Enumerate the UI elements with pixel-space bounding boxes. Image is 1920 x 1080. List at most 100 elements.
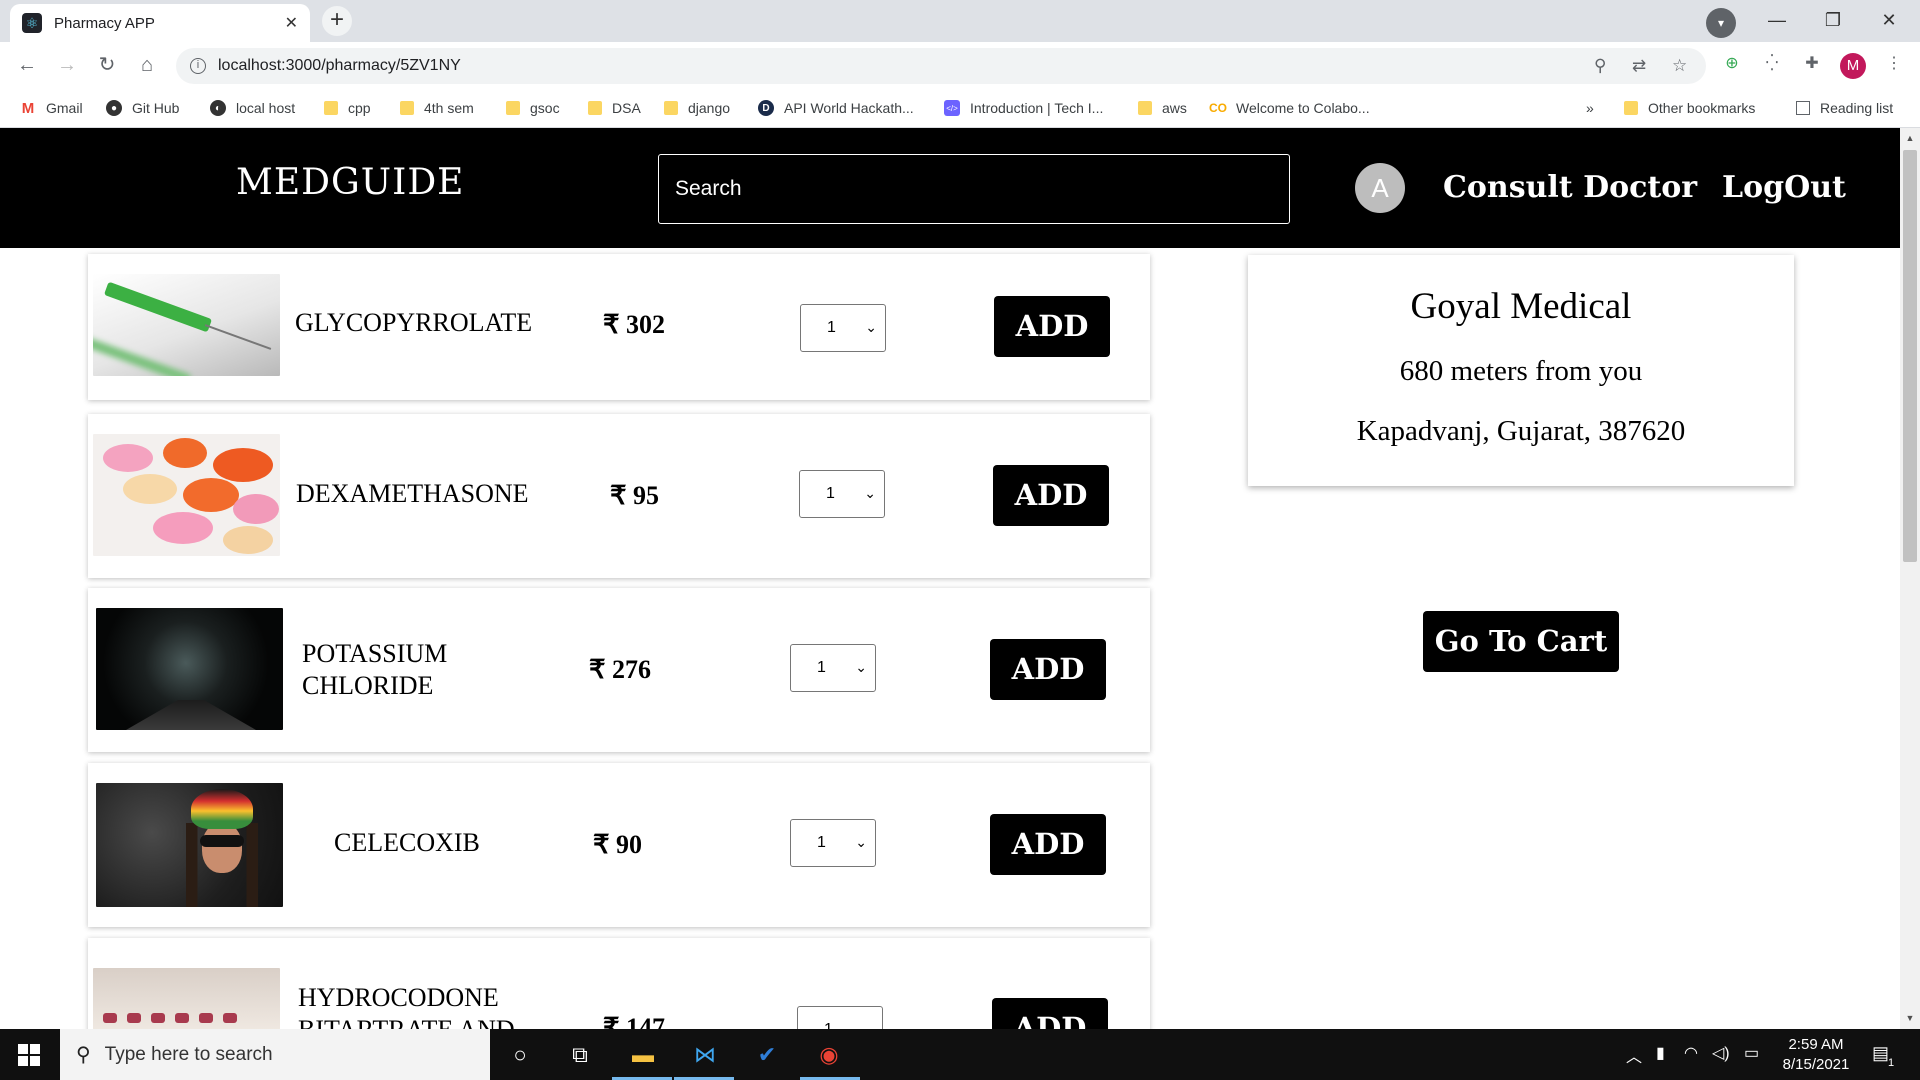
user-avatar[interactable]: A [1355, 163, 1405, 213]
quantity-select[interactable]: 1⌄ [797, 1006, 883, 1029]
url-text: localhost:3000/pharmacy/5ZV1NY [218, 57, 461, 74]
minimize-icon[interactable]: — [1752, 4, 1802, 36]
product-image-woman [96, 783, 283, 907]
battery-icon[interactable]: ▭ [1744, 1043, 1759, 1063]
cortana-icon[interactable]: ○ [503, 1038, 537, 1072]
reload-icon[interactable]: ↻ [92, 50, 122, 80]
product-price: ₹ 95 [610, 481, 660, 510]
add-to-cart-button[interactable]: ADD [990, 639, 1106, 700]
folder-icon [588, 101, 602, 115]
search-input[interactable] [658, 154, 1290, 224]
volume-icon[interactable]: ◁) [1712, 1043, 1730, 1063]
reading-list-icon [1796, 101, 1810, 115]
file-explorer-icon[interactable]: ▬ [626, 1038, 660, 1072]
product-card: POTASSIUM CHLORIDE ₹ 276 1 ⌄ ADD [88, 588, 1150, 752]
extensions-puzzle-icon[interactable]: ✚ [1800, 52, 1824, 76]
scrollbar-thumb[interactable] [1903, 150, 1917, 562]
bookmark-gmail[interactable]: M Gmail [20, 96, 83, 120]
product-card: CELECOXIB ₹ 90 1 ⌄ ADD [88, 763, 1150, 927]
folder-icon [1138, 101, 1152, 115]
bookmark-django[interactable]: django [664, 96, 730, 120]
bookmark-aws[interactable]: aws [1138, 96, 1187, 120]
browser-tab[interactable]: ⚛ Pharmacy APP ✕ [10, 4, 310, 42]
logout-link[interactable]: LogOut [1722, 170, 1846, 205]
pharmacy-name: Goyal Medical [1410, 286, 1632, 327]
go-to-cart-button[interactable]: Go To Cart [1423, 611, 1619, 672]
quantity-select[interactable]: 1⌄ [799, 470, 885, 518]
windows-taskbar: ⚲ Type here to search ○ ⧉ ▬ ⋈ ✔ ◉ ︿ ▮ ◠ … [0, 1029, 1920, 1080]
bookmark-colab[interactable]: CO Welcome to Colabo... [1209, 96, 1370, 120]
product-card: HYDROCODONE BITARTRATE AND ₹ 147 1⌄ ADD [88, 938, 1150, 1029]
bookmark-gsoc[interactable]: gsoc [506, 96, 560, 120]
back-icon[interactable]: ← [12, 50, 42, 80]
extension-plus-icon[interactable]: ⊕ [1720, 52, 1744, 76]
quantity-select[interactable]: 1⌄ [790, 644, 876, 692]
notification-icon[interactable]: ▤ [1872, 1043, 1889, 1064]
site-info-icon[interactable]: i [190, 58, 206, 74]
chrome-icon[interactable]: ◉ [812, 1038, 846, 1072]
profile-avatar[interactable]: M [1840, 53, 1866, 79]
bookmark-api-world[interactable]: D API World Hackath... [758, 96, 914, 120]
scroll-down-arrow-icon[interactable]: ▼ [1903, 1013, 1917, 1023]
consult-doctor-link[interactable]: Consult Doctor [1443, 170, 1697, 205]
add-to-cart-button[interactable]: ADD [994, 296, 1110, 357]
taskbar-search-placeholder: Type here to search [104, 1043, 273, 1065]
product-card: GLYCOPYRROLATE ₹ 302 1 ⌄ ADD [88, 254, 1150, 400]
address-bar[interactable]: i localhost:3000/pharmacy/5ZV1NY [176, 48, 1706, 84]
product-image-pills [93, 434, 280, 556]
bookmark-star-icon[interactable]: ☆ [1672, 56, 1687, 76]
location-icon[interactable]: ⚲ [1594, 56, 1606, 76]
colab-icon: CO [1209, 101, 1227, 115]
product-name: HYDROCODONE BITARTRATE AND [298, 983, 515, 1029]
gmail-icon: M [21, 99, 35, 117]
scroll-up-arrow-icon[interactable]: ▲ [1903, 133, 1917, 143]
home-icon[interactable]: ⌂ [132, 50, 162, 80]
bookmark-introduction[interactable]: </> Introduction | Tech I... [944, 96, 1103, 120]
tab-search-icon[interactable]: ▾ [1706, 8, 1736, 38]
bookmark-other-bookmarks[interactable]: Other bookmarks [1624, 96, 1755, 120]
bookmarks-overflow-chevron-icon[interactable]: » [1586, 96, 1594, 120]
browser-toolbar: ← → ↻ ⌂ i localhost:3000/pharmacy/5ZV1NY… [0, 42, 1920, 88]
bookmark-github[interactable]: ● Git Hub [106, 96, 179, 120]
window-close-icon[interactable]: ✕ [1864, 4, 1914, 36]
menu-kebab-icon[interactable]: ⋮ [1882, 52, 1906, 76]
tray-chevron-up-icon[interactable]: ︿ [1626, 1043, 1642, 1067]
task-view-icon[interactable]: ⧉ [563, 1038, 597, 1072]
bookmarks-bar: M Gmail ● Git Hub ◐ local host cpp 4th sem … [0, 88, 1920, 128]
microphone-icon[interactable]: ▮ [1656, 1043, 1665, 1063]
extension-spinner-icon[interactable]: ⁛ [1760, 52, 1784, 76]
taskbar-clock[interactable]: 2:59 AM 8/15/2021 [1766, 1035, 1866, 1075]
product-image-syringe [93, 274, 280, 376]
product-card: DEXAMETHASONE ₹ 95 1 ⌄ ADD [88, 414, 1150, 578]
wifi-icon[interactable]: ◠ [1684, 1043, 1698, 1063]
quantity-select[interactable]: 1⌄ [790, 819, 876, 867]
reading-list[interactable]: Reading list [1796, 96, 1893, 120]
folder-icon [400, 101, 414, 115]
product-name: DEXAMETHASONE [296, 479, 529, 508]
translate-icon[interactable]: ⇄ [1632, 56, 1646, 76]
windows-start-icon[interactable] [18, 1044, 40, 1066]
bookmark-cpp[interactable]: cpp [324, 96, 371, 120]
product-price: ₹ 90 [593, 830, 643, 859]
forward-icon[interactable]: → [52, 50, 82, 80]
vscode-icon[interactable]: ⋈ [688, 1038, 722, 1072]
taskbar-search[interactable]: ⚲ Type here to search [60, 1029, 490, 1080]
new-tab-button[interactable]: + [322, 6, 352, 36]
folder-icon [324, 101, 338, 115]
todo-icon[interactable]: ✔ [750, 1038, 784, 1072]
restore-icon[interactable]: ❐ [1808, 4, 1858, 36]
bookmark-4th-sem[interactable]: 4th sem [400, 96, 474, 120]
quantity-select[interactable]: 1⌄ [800, 304, 886, 352]
chevron-down-icon: ⌄ [855, 659, 867, 675]
add-to-cart-button[interactable]: ADD [992, 998, 1108, 1029]
bookmark-dsa[interactable]: DSA [588, 96, 641, 120]
pharmacy-address: Kapadvanj, Gujarat, 387620 [1356, 415, 1686, 447]
close-tab-icon[interactable]: ✕ [285, 13, 298, 33]
folder-icon [1624, 101, 1638, 115]
chevron-down-icon: ⌄ [865, 319, 877, 335]
add-to-cart-button[interactable]: ADD [990, 814, 1106, 875]
bookmark-localhost[interactable]: ◐ local host [210, 96, 295, 120]
brand-logo[interactable]: MEDGUIDE [236, 162, 464, 203]
add-to-cart-button[interactable]: ADD [993, 465, 1109, 526]
browser-tab-strip: ⚛ Pharmacy APP ✕ + ▾ — ❐ ✕ [0, 0, 1920, 42]
